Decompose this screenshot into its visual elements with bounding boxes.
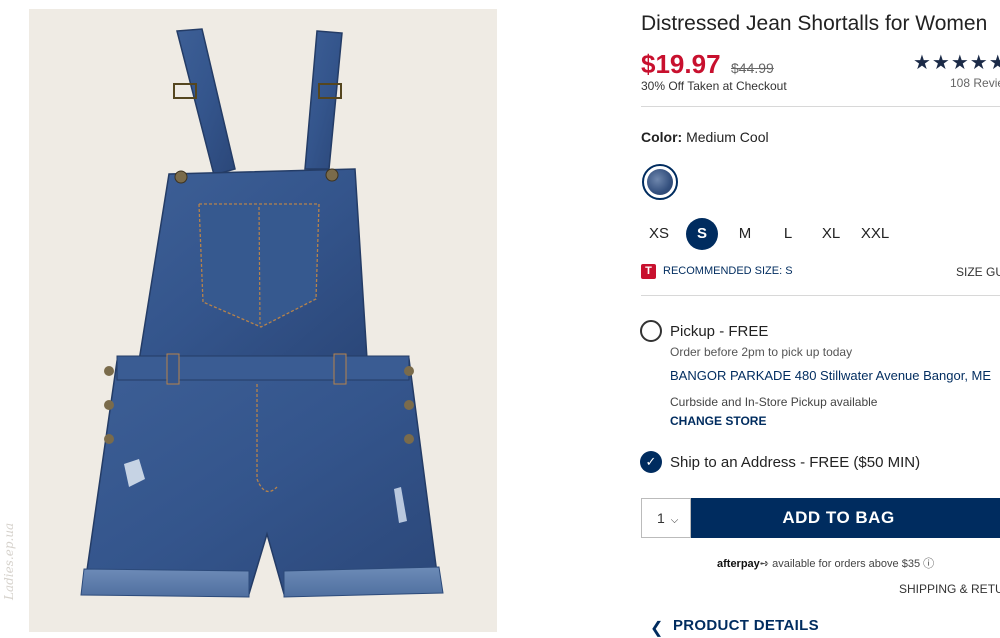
- promo-text: 30% Off Taken at Checkout: [641, 79, 787, 93]
- size-s-selected[interactable]: S: [686, 218, 718, 250]
- color-label-key: Color:: [641, 129, 683, 145]
- add-to-bag-button[interactable]: ADD TO BAG: [691, 498, 1000, 538]
- sale-price: $19.97: [641, 49, 721, 79]
- chevron-down-icon: ⌵: [670, 515, 679, 526]
- product-details-link[interactable]: PRODUCT DETAILS: [673, 617, 819, 634]
- color-swatch-medium-cool[interactable]: [642, 164, 678, 200]
- afterpay-logo: afterpay: [717, 558, 760, 570]
- ship-radio-checked[interactable]: ✓: [640, 451, 662, 473]
- afterpay-text: available for orders above $35 ⓘ: [772, 558, 935, 570]
- quantity-value: 1: [657, 510, 665, 526]
- size-guide-link[interactable]: SIZE GUIDE: [956, 265, 1000, 279]
- store-address: BANGOR PARKADE 480 Stillwater Avenue Ban…: [670, 368, 992, 383]
- pickup-radio[interactable]: [640, 320, 662, 342]
- chevron-left-icon[interactable]: ❮: [650, 618, 663, 638]
- recommended-size[interactable]: RECOMMENDED SIZE: S: [663, 265, 793, 277]
- shortalls-illustration: [80, 28, 444, 598]
- reviews-link[interactable]: 108 Reviews: [950, 76, 1000, 90]
- size-l[interactable]: L: [772, 218, 804, 250]
- swatch-fill: [647, 169, 673, 195]
- true-fit-icon: T: [641, 264, 656, 279]
- curbside-note: Curbside and In-Store Pickup available: [670, 395, 878, 409]
- original-price: $44.99: [731, 60, 774, 76]
- afterpay-message[interactable]: afterpay➺ available for orders above $35…: [717, 555, 934, 571]
- quantity-select[interactable]: 1 ⌵: [641, 498, 691, 538]
- change-store-link[interactable]: CHANGE STORE: [670, 414, 766, 428]
- divider: [641, 106, 1000, 107]
- watermark-text: Ladies.ep.ua: [2, 522, 16, 600]
- size-xl[interactable]: XL: [815, 218, 847, 250]
- size-m[interactable]: M: [729, 218, 761, 250]
- pickup-cutoff: Order before 2pm to pick up today: [670, 345, 853, 359]
- size-xs[interactable]: XS: [643, 218, 675, 250]
- rating-stars[interactable]: ★★★★★: [913, 50, 1000, 75]
- shipping-returns-link[interactable]: SHIPPING & RETURNS: [899, 582, 1000, 596]
- color-label: Color: Medium Cool: [641, 129, 769, 145]
- product-title: Distressed Jean Shortalls for Women: [641, 12, 988, 35]
- ship-label[interactable]: Ship to an Address - FREE ($50 MIN): [670, 454, 920, 471]
- afterpay-logo-mark: ➺: [759, 558, 770, 570]
- product-image[interactable]: [29, 9, 497, 632]
- color-value: Medium Cool: [686, 129, 769, 145]
- divider: [641, 295, 1000, 296]
- size-xxl[interactable]: XXL: [859, 218, 891, 250]
- checkmark-icon: ✓: [645, 454, 657, 469]
- pickup-label[interactable]: Pickup - FREE: [670, 323, 768, 340]
